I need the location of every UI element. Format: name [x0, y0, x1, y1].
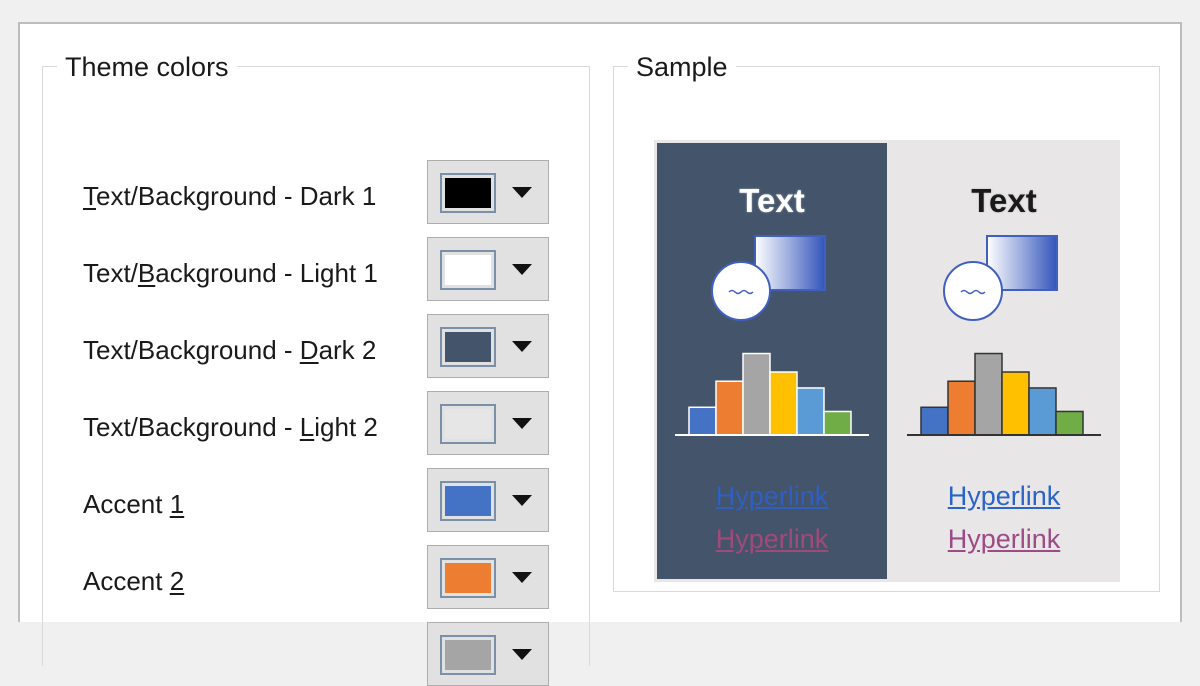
sample-dark-panel: Text Hyperlink Hyperlink [657, 143, 887, 579]
accent2-color-picker[interactable] [427, 545, 549, 609]
dark1-swatch [440, 173, 496, 213]
dropdown-arrow-icon [512, 341, 532, 352]
sample-group: Sample Text Hyperlink Hyperlink Text Hyp… [613, 51, 1160, 592]
sample-chart-dark [675, 352, 869, 436]
light2-label: Text/Background - Light 2 [83, 412, 378, 442]
sample-shapes-icon [711, 235, 826, 321]
theme-colors-dialog: Theme colors Text/Background - Dark 1 Te… [18, 22, 1182, 686]
sample-shapes-icon [943, 235, 1058, 321]
dark1-color-picker[interactable] [427, 160, 549, 224]
sample-chart-light [907, 352, 1101, 436]
sample-light-panel: Text Hyperlink Hyperlink [889, 143, 1119, 579]
light2-color-picker[interactable] [427, 391, 549, 455]
sample-chart-bar [769, 371, 798, 436]
sample-title: Sample [628, 51, 736, 83]
light1-swatch [440, 250, 496, 290]
sample-hyperlink-dark: Hyperlink [715, 481, 829, 511]
sample-followed-hyperlink-light: Hyperlink [947, 524, 1061, 554]
theme-colors-title: Theme colors [57, 51, 237, 83]
sample-chart-bar [920, 406, 949, 436]
sample-chart-bar [688, 406, 717, 436]
sample-chart-bar [742, 352, 771, 436]
sample-chart-bar [823, 410, 852, 436]
light1-color-picker[interactable] [427, 237, 549, 301]
sample-chart-bar [715, 380, 744, 436]
dropdown-arrow-icon [512, 495, 532, 506]
sample-chart-bar [796, 387, 825, 436]
light1-label: Text/Background - Light 1 [83, 258, 378, 288]
sample-followed-hyperlink-dark: Hyperlink [715, 524, 829, 554]
accent2-swatch [440, 558, 496, 598]
light2-swatch [440, 404, 496, 444]
dark2-swatch [440, 327, 496, 367]
accent1-color-picker[interactable] [427, 468, 549, 532]
dark2-color-picker[interactable] [427, 314, 549, 378]
dark1-label: Text/Background - Dark 1 [83, 181, 377, 211]
accent2-label: Accent 2 [83, 566, 185, 596]
sample-chart-bar [1028, 387, 1057, 436]
sample-preview: Text Hyperlink Hyperlink Text Hyperlink … [654, 140, 1120, 582]
accent3-color-picker[interactable] [427, 622, 549, 686]
accent1-label: Accent 1 [83, 489, 185, 519]
dropdown-arrow-icon [512, 187, 532, 198]
dropdown-arrow-icon [512, 649, 532, 660]
sample-text-light: Text [971, 182, 1037, 219]
sample-chart-bar [947, 380, 976, 436]
dropdown-arrow-icon [512, 264, 532, 275]
sample-text-dark: Text [739, 182, 805, 219]
sample-chart-bar [1001, 371, 1030, 436]
dropdown-arrow-icon [512, 572, 532, 583]
sample-chart-bar [974, 352, 1003, 436]
accent3-swatch [440, 635, 496, 675]
sample-hyperlink-light: Hyperlink [947, 481, 1061, 511]
theme-colors-group: Theme colors Text/Background - Dark 1 Te… [42, 51, 590, 686]
dropdown-arrow-icon [512, 418, 532, 429]
dark2-label: Text/Background - Dark 2 [83, 335, 377, 365]
accent1-swatch [440, 481, 496, 521]
sample-chart-bar [1055, 410, 1084, 436]
